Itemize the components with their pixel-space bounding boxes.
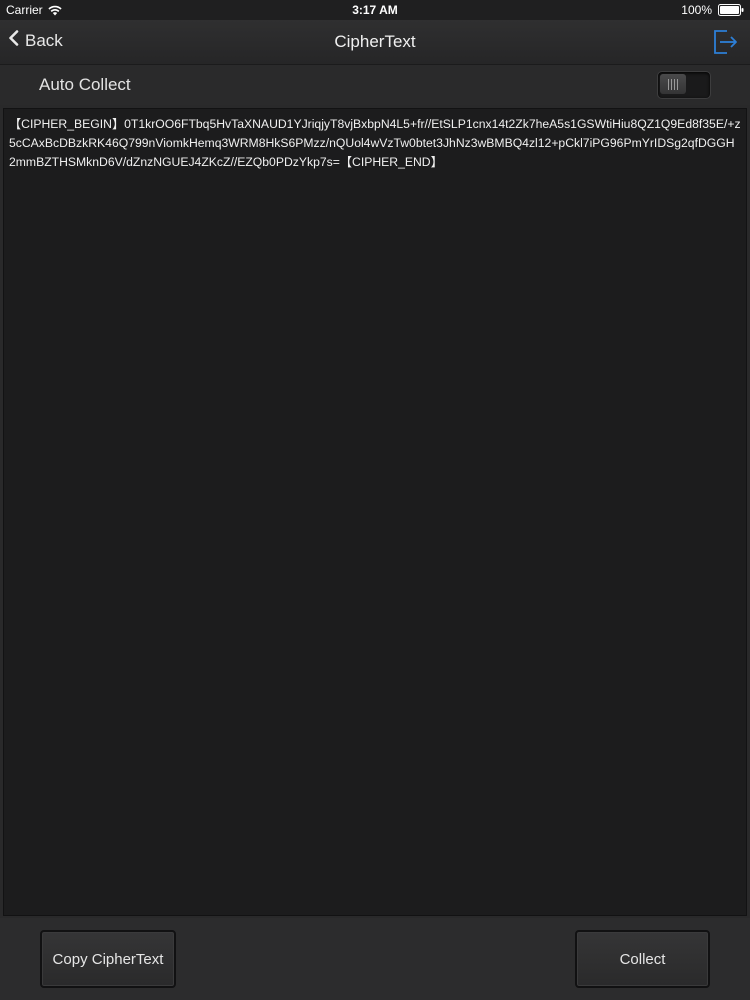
cipher-text-screen: Carrier 3:17 AM 100% Back CipherText Aut… (0, 0, 750, 1000)
battery-percent: 100% (681, 3, 712, 17)
status-right: 100% (681, 3, 744, 17)
status-time: 3:17 AM (352, 3, 398, 17)
collect-button[interactable]: Collect (575, 930, 710, 988)
status-bar: Carrier 3:17 AM 100% (0, 0, 750, 20)
logout-icon (714, 30, 737, 54)
bottom-toolbar: Copy CipherText Collect (0, 918, 750, 1000)
battery-icon (718, 4, 744, 16)
toggle-knob (660, 74, 686, 94)
navigation-bar: Back CipherText (0, 20, 750, 65)
auto-collect-row: Auto Collect (0, 65, 750, 105)
auto-collect-toggle[interactable] (657, 71, 711, 99)
page-title: CipherText (334, 32, 416, 51)
copy-ciphertext-button[interactable]: Copy CipherText (40, 930, 176, 988)
logout-button[interactable] (710, 27, 740, 57)
cipher-text-area[interactable]: 【CIPHER_BEGIN】0T1krOO6FTbq5HvTaXNAUD1YJr… (3, 108, 747, 916)
auto-collect-label: Auto Collect (39, 75, 131, 94)
